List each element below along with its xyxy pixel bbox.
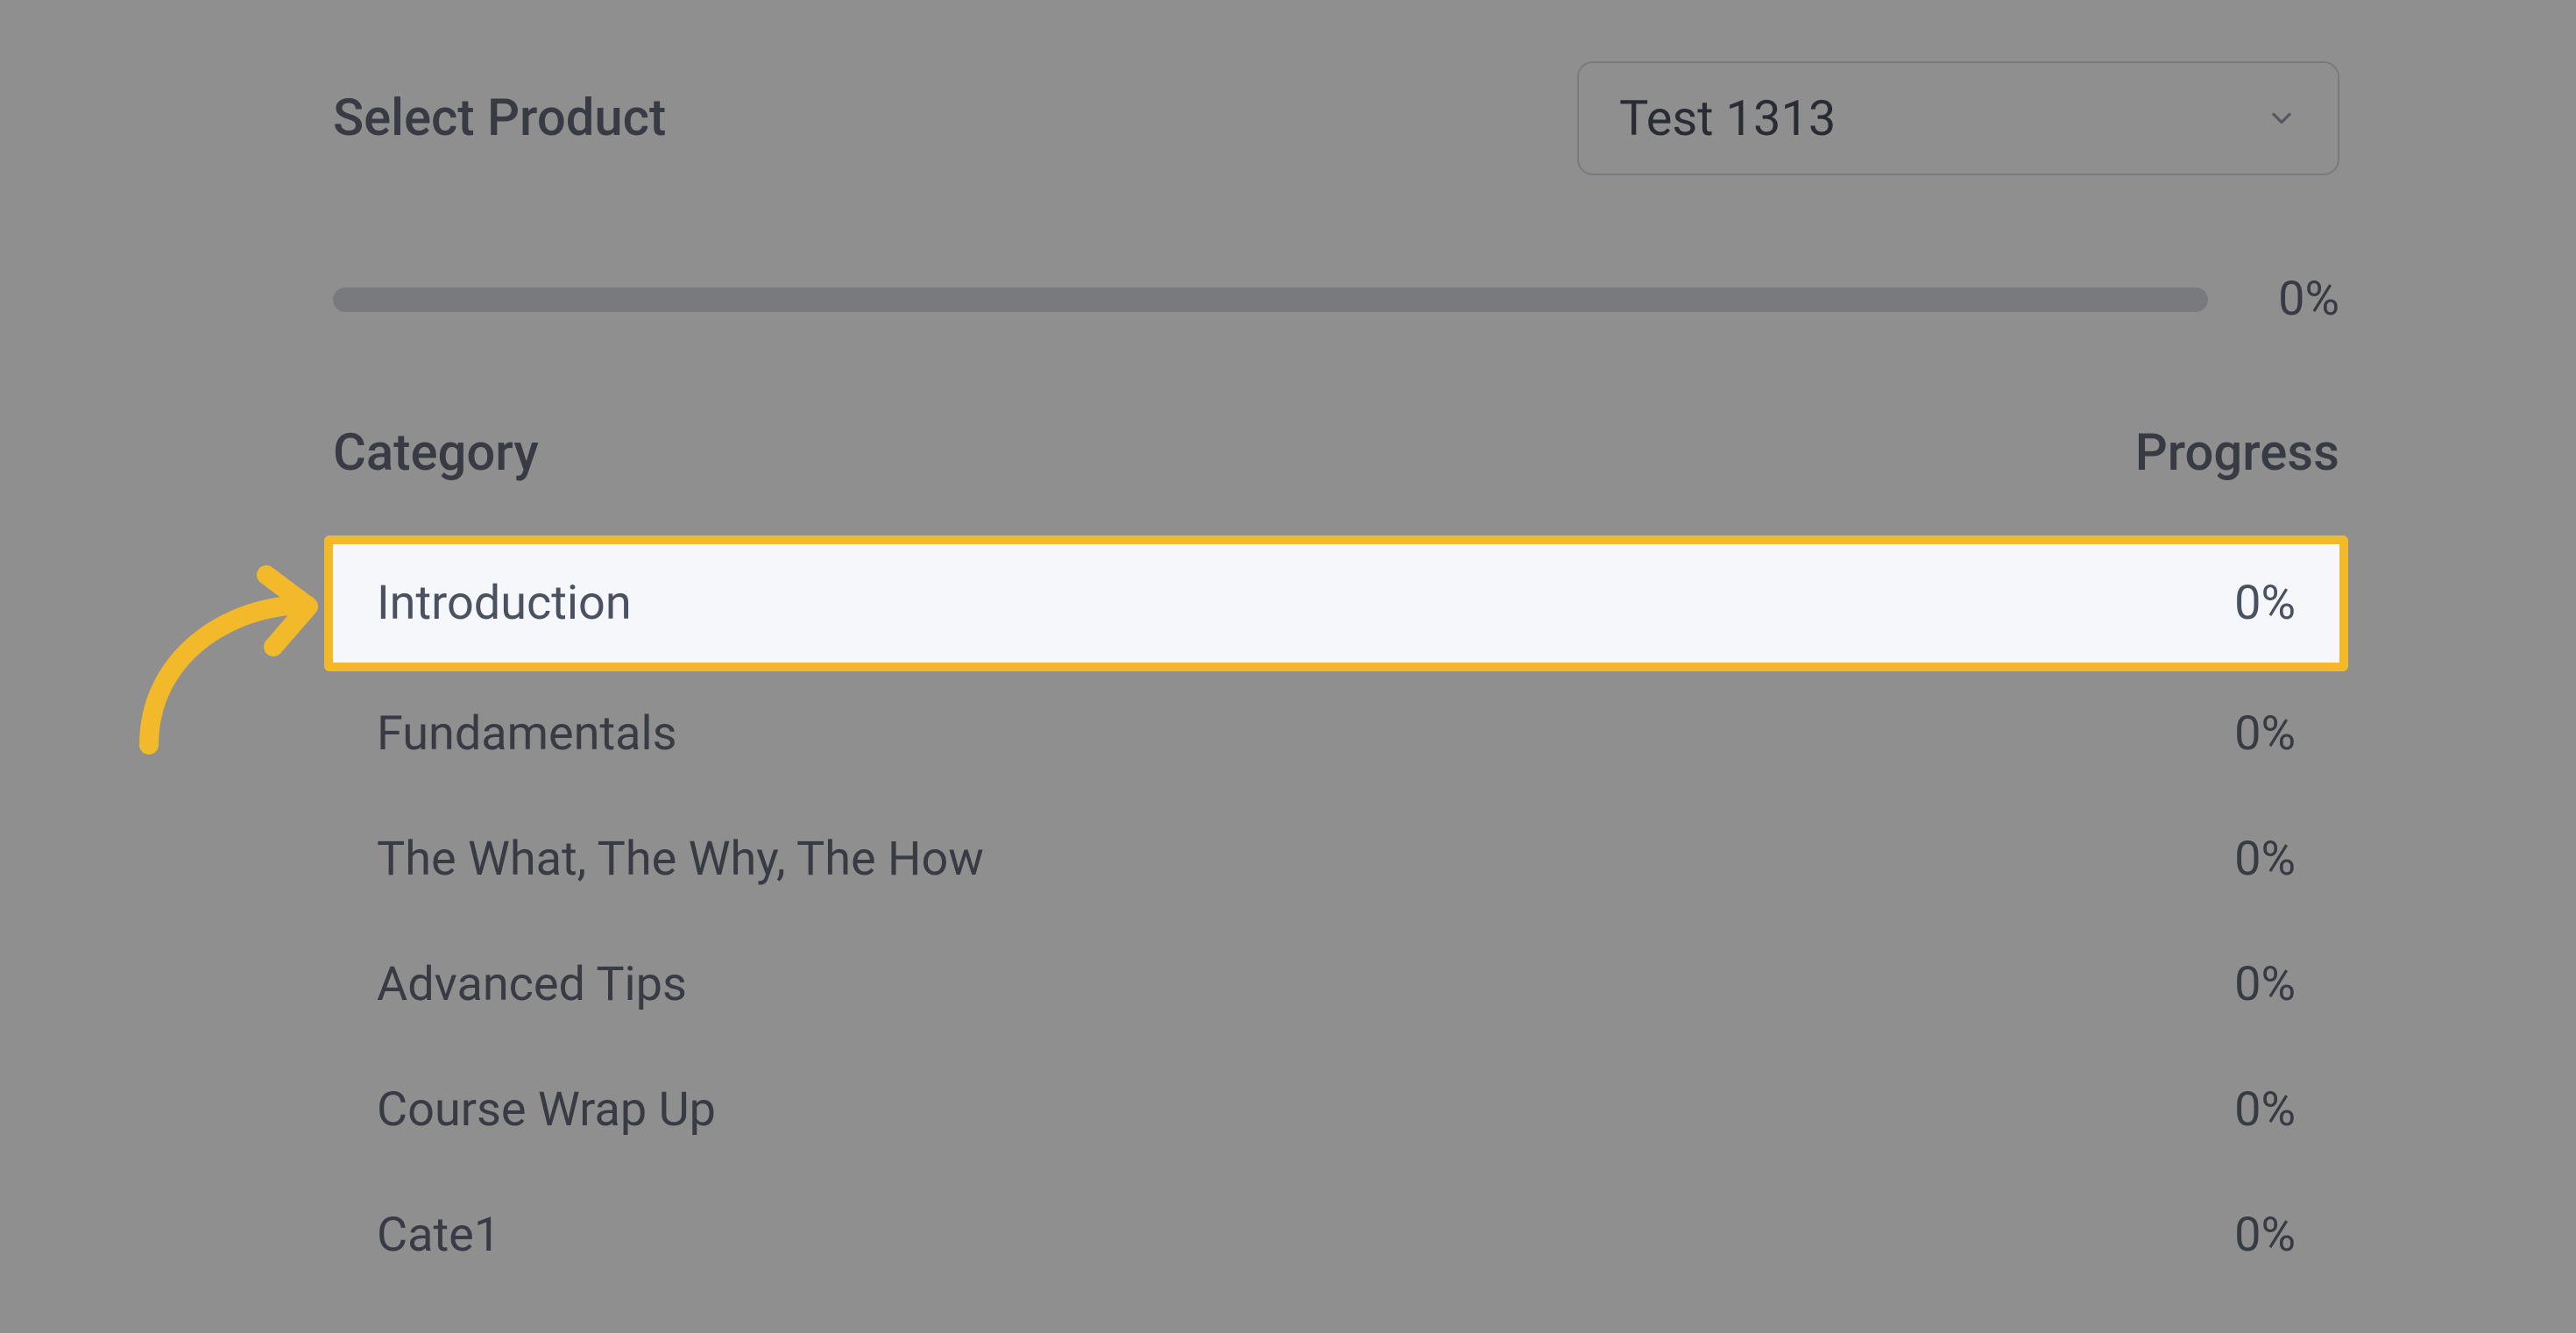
callout-arrow-icon: [79, 543, 342, 771]
category-name: Fundamentals: [377, 706, 677, 762]
category-list: Introduction0%Fundamentals0%The What, Th…: [333, 535, 2339, 1298]
select-product-label: Select Product: [333, 89, 666, 148]
overall-progress-row: 0%: [333, 272, 2339, 327]
category-row[interactable]: Cate1 0%: [333, 1173, 2339, 1298]
category-progress: 0%: [2234, 957, 2296, 1012]
chevron-down-icon: [2266, 103, 2297, 134]
course-progress-panel: Select Product Test 1313 0% Category Pro: [0, 0, 2576, 1333]
header-category: Category: [333, 423, 539, 483]
category-progress: 0%: [2234, 706, 2296, 762]
product-select-value: Test 1313: [1619, 89, 1836, 147]
product-select[interactable]: Test 1313: [1577, 61, 2339, 175]
category-name: The What, The Why, The How: [377, 832, 984, 887]
overall-progress-bar: [333, 287, 2208, 312]
overall-progress-percent: 0%: [2243, 272, 2339, 327]
category-name: Cate1: [377, 1208, 500, 1263]
category-name: Introduction: [377, 576, 632, 631]
header-progress: Progress: [2135, 423, 2339, 483]
category-row[interactable]: Course Wrap Up 0%: [333, 1047, 2339, 1173]
category-progress: 0%: [2234, 1208, 2296, 1263]
category-row[interactable]: The What, The Why, The How 0%: [333, 797, 2339, 922]
category-progress: 0%: [2234, 1082, 2296, 1138]
category-row[interactable]: Advanced Tips 0%: [333, 922, 2339, 1047]
category-name: Advanced Tips: [377, 957, 687, 1012]
category-row[interactable]: Fundamentals 0%: [333, 671, 2339, 797]
category-row[interactable]: Introduction 0%: [324, 535, 2348, 671]
category-progress: 0%: [2234, 576, 2296, 631]
column-headers: Category Progress: [333, 423, 2339, 483]
category-progress: 0%: [2234, 832, 2296, 887]
product-selector-row: Select Product Test 1313: [333, 61, 2339, 175]
category-name: Course Wrap Up: [377, 1082, 716, 1138]
